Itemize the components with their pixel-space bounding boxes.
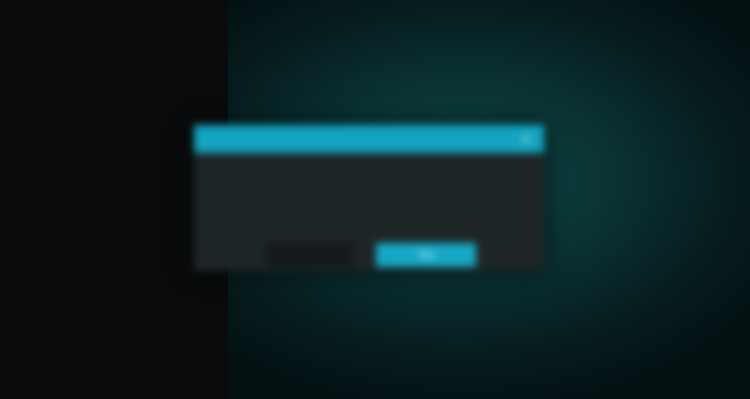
top-right-status xyxy=(636,3,732,17)
yes-button[interactable]: Yes xyxy=(376,243,476,267)
no-button[interactable] xyxy=(266,243,354,267)
dialog-message-line-1 xyxy=(206,168,466,182)
close-icon[interactable]: × xyxy=(518,131,534,147)
app-screen: × Yes xyxy=(0,0,750,399)
dialog-message-line-2 xyxy=(206,191,416,205)
confirm-dialog: × Yes xyxy=(194,125,544,271)
app-title xyxy=(14,3,186,17)
dialog-header: × xyxy=(194,125,544,153)
